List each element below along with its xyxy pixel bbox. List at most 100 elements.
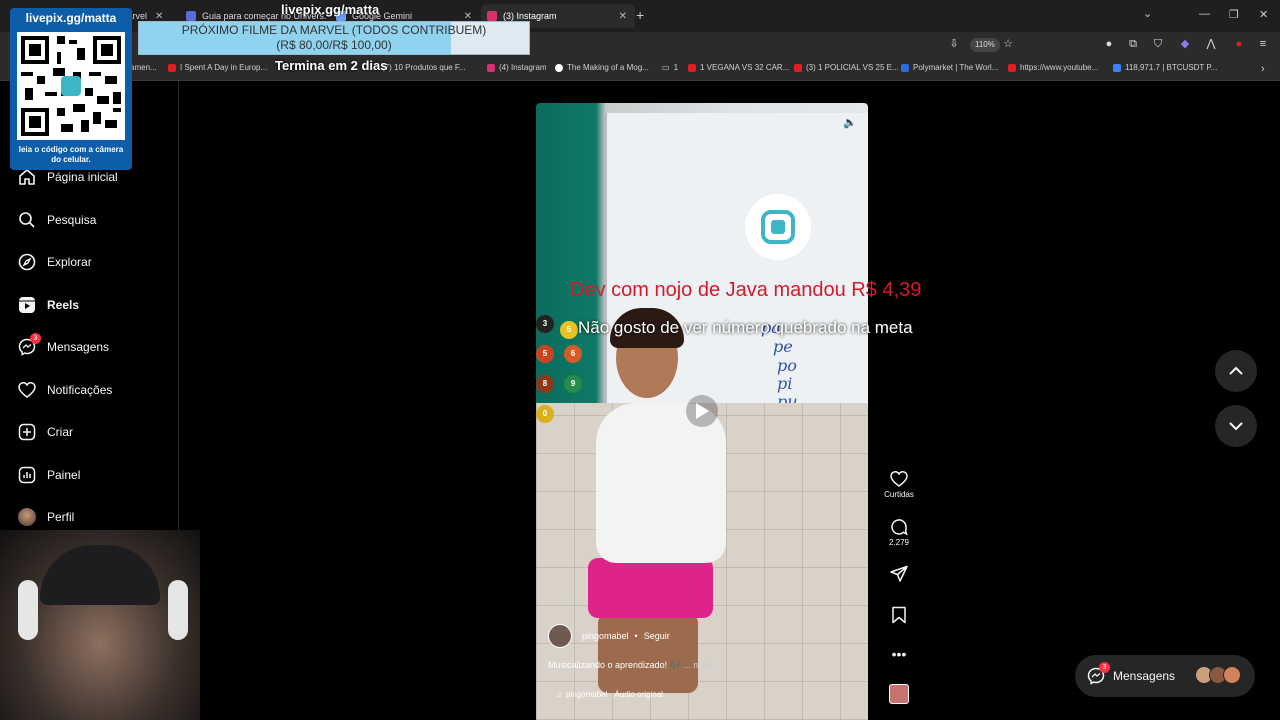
bookmark-label: 118,971.7 | BTCUSDT P... (1125, 63, 1218, 72)
sidebar-item-dashboard[interactable]: Painel (18, 466, 80, 484)
messages-pill[interactable]: 3 Mensagens (1075, 655, 1255, 697)
bookmark-label: 1 (673, 63, 679, 72)
donation-goal-bar: PRÓXIMO FILME DA MARVEL (TODOS CONTRIBUE… (138, 21, 530, 55)
tab-favicon (186, 11, 196, 21)
minimize-button[interactable]: — (1199, 8, 1210, 20)
bookmark-item[interactable]: 118,971.7 | BTCUSDT P... (1113, 63, 1217, 72)
bookmark-item[interactable]: 1 VEGANA VS 32 CAR... (688, 63, 789, 72)
extension-icon[interactable]: ● (1102, 37, 1116, 51)
bookmark-item[interactable]: https://www.youtube... (1008, 63, 1098, 72)
sidebar-item-label: Painel (47, 468, 81, 482)
audio-thumbnail[interactable] (889, 684, 909, 704)
instagram-icon (487, 63, 495, 72)
qr-code (17, 32, 125, 140)
livepix-logo (745, 194, 811, 260)
bookmark-label: The Making of a Mog... (567, 63, 649, 72)
youtube-icon (168, 63, 176, 72)
volume-icon[interactable]: 🔈 (840, 113, 860, 133)
number-ball: 6 (564, 345, 582, 363)
reel-audio[interactable]: ♫ pingomabel · Áudio original (556, 690, 663, 699)
bookmarks-bar: amen... I Spent A Day in Europ... (7) 10… (0, 58, 1280, 81)
bookmark-item[interactable]: amen... (130, 63, 157, 72)
adblock-icon[interactable]: ● (1232, 37, 1246, 51)
bookmark-icon (884, 604, 914, 626)
window-close-button[interactable]: ✕ (1259, 8, 1268, 21)
comment-button[interactable]: 2.279 (884, 516, 914, 547)
save-button[interactable] (884, 604, 914, 626)
next-reel-button[interactable] (1215, 405, 1257, 447)
play-icon[interactable] (686, 395, 718, 427)
sidebar-item-home[interactable]: Página inicial (18, 168, 118, 186)
chevron-down-icon[interactable]: ⌄ (1143, 7, 1152, 20)
youtube-icon (688, 63, 696, 72)
previous-reel-button[interactable] (1215, 350, 1257, 392)
maximize-button[interactable]: ❐ (1229, 8, 1239, 21)
bookmark-label: (3) 1 POLICIAL VS 25 E... (806, 63, 899, 72)
menu-icon[interactable]: ≡ (1256, 37, 1270, 51)
author-username[interactable]: pingomabel (582, 631, 629, 641)
bookmark-item[interactable]: (3) 1 POLICIAL VS 25 E... (794, 63, 899, 72)
reel-video[interactable]: pa pe po pi pu 3 5 5 6 8 9 0 🔈 pingomabe… (536, 103, 868, 720)
youtube-icon (1008, 63, 1016, 72)
number-ball: 5 (560, 321, 578, 339)
bookmark-folder[interactable]: ▭ 1 (662, 63, 678, 72)
sidebar-item-label: Pesquisa (47, 213, 97, 227)
caption-more-link[interactable]: ... mais (683, 660, 712, 670)
board-syllable: pe (773, 337, 793, 356)
caption-text: Musicalizando o aprendizado! 🎶 (548, 660, 681, 670)
sidebar-item-reels[interactable]: Reels (18, 296, 79, 314)
comment-icon (884, 516, 914, 538)
folder-icon: ▭ (662, 63, 670, 72)
sidebar-item-explore[interactable]: Explorar (18, 253, 92, 271)
like-button[interactable]: Curtidas (884, 468, 914, 499)
sidebar-item-label: Mensagens (47, 340, 110, 354)
number-ball: 0 (536, 405, 554, 423)
sidebar-item-notifications[interactable]: Notificações (18, 381, 112, 399)
more-icon: ••• (891, 646, 907, 662)
close-icon[interactable]: ✕ (619, 11, 627, 22)
more-options-button[interactable]: ••• (884, 643, 914, 665)
bookmark-item[interactable]: (4) Instagram (487, 63, 547, 72)
bookmark-item[interactable]: Polymarket | The Worl... (901, 63, 998, 72)
dashboard-icon (18, 466, 36, 484)
puzzle-icon[interactable]: ⧉ (1126, 37, 1140, 51)
bookmark-label: (7) 10 Produtos que F... (382, 63, 466, 72)
reels-icon (18, 296, 36, 314)
search-icon (18, 211, 36, 229)
goal-timer: Termina em 2 dias (275, 58, 388, 73)
plus-square-icon (18, 423, 36, 441)
qr-title: livepix.gg/matta (25, 11, 117, 25)
sidebar-item-search[interactable]: Pesquisa (18, 211, 96, 229)
star-icon[interactable]: ☆ (1001, 37, 1015, 51)
author-avatar[interactable] (548, 624, 572, 648)
bookmark-label: I Spent A Day in Europ... (180, 63, 268, 72)
sidebar-item-label: Página inicial (47, 170, 118, 184)
zoom-indicator[interactable]: 110% (970, 38, 1000, 52)
extension-icon[interactable]: ◆ (1178, 37, 1192, 51)
shield-icon[interactable]: ⛉ (1151, 37, 1165, 51)
home-icon (18, 168, 36, 186)
close-icon[interactable]: ✕ (155, 11, 163, 22)
extension-icon[interactable]: ⋀ (1204, 37, 1218, 51)
sidebar-item-messages[interactable]: 3 Mensagens (18, 333, 110, 356)
bookmark-label: https://www.youtube... (1020, 63, 1099, 72)
new-tab-button[interactable]: + (636, 7, 644, 23)
share-button[interactable] (884, 563, 914, 585)
install-app-icon[interactable]: ⇩ (947, 37, 961, 51)
sidebar-item-label: Notificações (47, 383, 113, 397)
sidebar-item-profile[interactable]: Perfil (18, 508, 74, 526)
board-syllable: po (777, 356, 797, 375)
number-ball: 5 (536, 345, 554, 363)
bookmark-item[interactable]: I Spent A Day in Europ... (168, 63, 267, 72)
send-icon (884, 563, 914, 585)
number-ball: 9 (564, 375, 582, 393)
close-icon[interactable]: ✕ (464, 11, 472, 22)
bookmark-item[interactable]: The Making of a Mog... (555, 63, 649, 72)
tab-label: (3) Instagram (503, 11, 557, 21)
chevron-right-icon[interactable]: › (1261, 63, 1265, 75)
follow-button[interactable]: Seguir (644, 631, 670, 641)
sidebar-item-create[interactable]: Criar (18, 423, 73, 441)
polymarket-icon (901, 63, 909, 72)
messenger-icon: 3 (18, 333, 41, 356)
bookmark-item[interactable]: (7) 10 Produtos que F... (382, 63, 466, 72)
